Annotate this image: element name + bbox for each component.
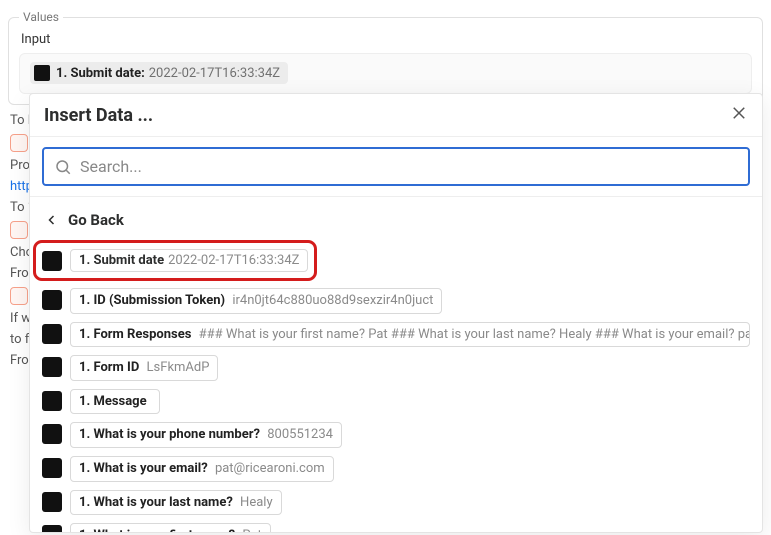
item-value: Healy	[240, 495, 273, 510]
input-label: Input	[21, 32, 752, 47]
data-item[interactable]: 1. Message	[38, 385, 754, 419]
go-back-label: Go Back	[68, 211, 124, 229]
app-square-icon	[42, 424, 62, 444]
item-value: LsFkmAdP	[147, 360, 210, 375]
item-label: 1. Form ID	[79, 360, 139, 375]
item-label: 1. What is your first name?	[79, 528, 235, 533]
item-label: 1. Submit date	[79, 253, 164, 268]
item-label: 1. ID (Submission Token)	[79, 293, 225, 308]
search-icon	[54, 158, 72, 176]
item-label: 1. Form Responses	[79, 327, 191, 342]
app-square-icon	[42, 324, 62, 344]
chevron-left-icon	[46, 214, 58, 226]
submit-date-pill[interactable]: 1. Submit date: 2022-02-17T16:33:34Z	[30, 62, 288, 84]
data-item-list: 1. Submit date 2022-02-17T16:33:34Z 1. I…	[30, 235, 762, 533]
app-square-icon	[42, 492, 62, 512]
card-icon	[10, 287, 28, 305]
app-square-icon	[42, 525, 62, 533]
search-box[interactable]	[42, 147, 750, 186]
data-item[interactable]: 1. Form ID LsFkmAdP	[38, 351, 754, 385]
modal-title: Insert Data ...	[44, 105, 153, 126]
data-item[interactable]: 1. ID (Submission Token) ir4n0jt64c880uo…	[38, 284, 754, 318]
go-back-button[interactable]: Go Back	[30, 197, 762, 235]
card-icon	[10, 134, 28, 152]
close-button[interactable]	[730, 104, 748, 126]
pill-value: 2022-02-17T16:33:34Z	[149, 66, 280, 81]
card-icon	[10, 221, 28, 239]
item-label: 1. What is your last name?	[79, 495, 233, 510]
app-square-icon	[42, 290, 62, 310]
app-square-icon	[34, 65, 50, 81]
values-legend: Values	[19, 10, 63, 24]
data-item[interactable]: 1. What is your phone number? 800551234	[38, 418, 754, 452]
item-label: 1. Message	[79, 394, 147, 409]
item-label: 1. What is your phone number?	[79, 427, 260, 442]
close-icon	[730, 104, 748, 122]
item-value: ### What is your first name? Pat ### Wha…	[199, 327, 750, 342]
modal-header: Insert Data ...	[30, 94, 762, 137]
data-item[interactable]: 1. What is your email? pat@ricearoni.com	[38, 452, 754, 486]
data-item[interactable]: 1. What is your first name? Pat	[38, 519, 754, 533]
item-value: 800551234	[267, 427, 333, 442]
item-value: 2022-02-17T16:33:34Z	[168, 253, 299, 268]
search-input[interactable]	[80, 157, 738, 176]
item-value: Pat	[242, 528, 261, 533]
item-value: ir4n0jt64c880uo88d9sexzir4n0juct	[232, 293, 433, 308]
values-fieldset: Values Input 1. Submit date: 2022-02-17T…	[8, 10, 763, 105]
insert-data-modal: Insert Data ... Go Back 1. Submit date 2…	[29, 93, 763, 533]
data-item[interactable]: 1. Form Responses ### What is your first…	[38, 318, 754, 352]
data-item-highlighted[interactable]: 1. Submit date 2022-02-17T16:33:34Z	[36, 243, 314, 278]
pill-label: 1. Submit date:	[56, 66, 145, 81]
app-square-icon	[42, 391, 62, 411]
app-square-icon	[42, 458, 62, 478]
search-wrap	[30, 137, 762, 197]
item-value: pat@ricearoni.com	[215, 461, 325, 476]
pill-row: 1. Submit date: 2022-02-17T16:33:34Z	[19, 53, 752, 94]
app-square-icon	[42, 357, 62, 377]
item-label: 1. What is your email?	[79, 461, 208, 476]
app-square-icon	[42, 251, 62, 271]
data-item[interactable]: 1. What is your last name? Healy	[38, 486, 754, 520]
